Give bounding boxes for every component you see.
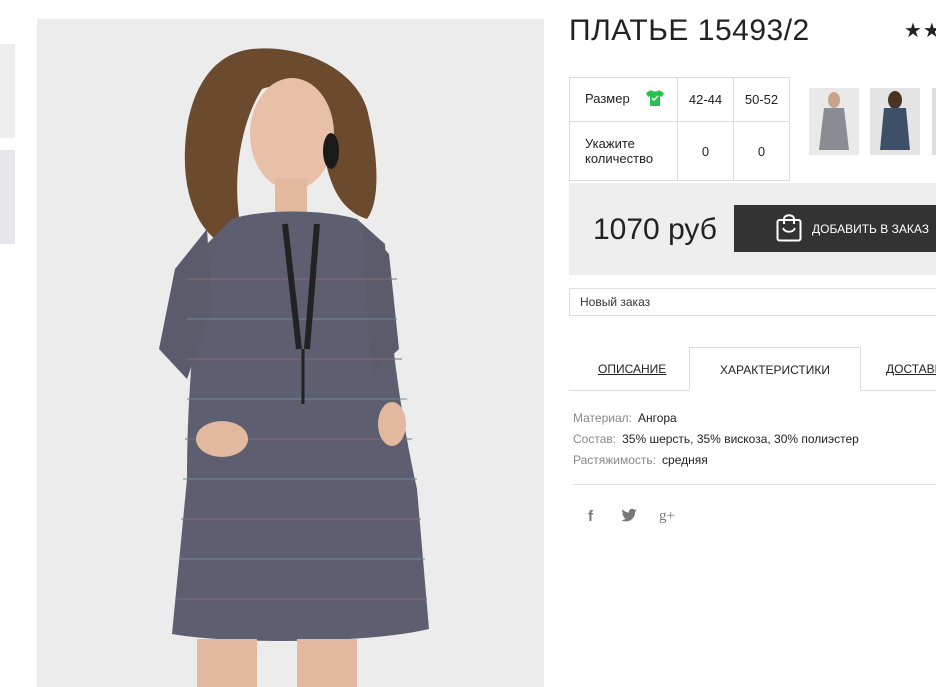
product-tabs: ОПИСАНИЕ ХАРАКТЕРИСТИКИ ДОСТАВКА [569, 347, 936, 391]
size-label-cell: Размер [569, 77, 678, 122]
spec-row: Растяжимость: средняя [573, 450, 859, 471]
price-box: 1070 руб ДОБАВИТЬ В ЗАКАЗ [569, 183, 936, 275]
spec-value: средняя [662, 453, 708, 467]
specs-list: Материал: Ангора Состав: 35% шерсть, 35% в… [573, 408, 859, 471]
order-select[interactable]: Новый заказ [569, 288, 936, 316]
rating-stars[interactable]: ★★ [904, 18, 936, 43]
qty-input-2[interactable]: 0 [733, 121, 790, 181]
facebook-icon[interactable]: f [588, 508, 593, 525]
product-title: ПЛАТЬЕ 15493/2 [569, 14, 810, 47]
qty-label: Укажите количество [569, 121, 678, 181]
size-quantity-table: Размер 42-44 50-52 Укажите количество 0 … [569, 77, 790, 181]
price-value: 1070 руб [593, 213, 717, 246]
shopping-bag-icon [776, 212, 802, 245]
tab-delivery[interactable]: ДОСТАВКА [886, 347, 936, 391]
size-option-2: 50-52 [733, 77, 790, 122]
spec-row: Состав: 35% шерсть, 35% вискоза, 30% поли… [573, 429, 859, 450]
spec-key: Материал: [573, 411, 632, 425]
twitter-icon[interactable] [621, 508, 637, 526]
divider [573, 484, 936, 485]
googleplus-icon[interactable]: g+ [659, 508, 675, 525]
tshirt-icon[interactable] [645, 90, 665, 109]
spec-key: Состав: [573, 432, 617, 446]
qty-input-1[interactable]: 0 [677, 121, 734, 181]
spec-row: Материал: Ангора [573, 408, 859, 429]
main-product-photo [37, 19, 544, 687]
add-to-order-button[interactable]: ДОБАВИТЬ В ЗАКАЗ [734, 205, 936, 252]
spec-value: 35% шерсть, 35% вискоза, 30% полиэстер [622, 432, 859, 446]
size-label: Размер [585, 90, 630, 106]
spec-value: Ангора [637, 411, 677, 425]
product-thumbnail-2[interactable] [870, 88, 920, 155]
spec-key: Растяжимость: [573, 453, 657, 467]
add-to-order-label: ДОБАВИТЬ В ЗАКАЗ [812, 221, 929, 236]
tab-characteristics[interactable]: ХАРАКТЕРИСТИКИ [689, 347, 861, 391]
side-thumbnail-1[interactable] [0, 44, 15, 138]
product-thumbnail-1[interactable] [809, 88, 859, 155]
side-thumbnail-2[interactable] [0, 150, 15, 244]
product-thumbnail-3[interactable] [932, 88, 936, 155]
tab-description[interactable]: ОПИСАНИЕ [598, 347, 666, 391]
size-option-1: 42-44 [677, 77, 734, 122]
